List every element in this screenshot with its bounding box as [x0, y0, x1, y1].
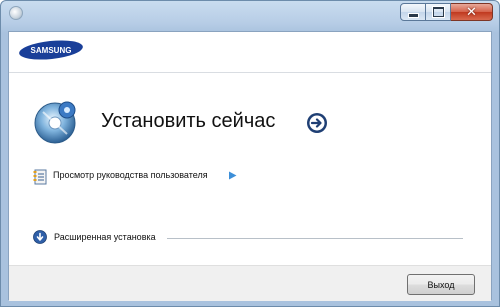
app-icon	[9, 6, 23, 20]
maximize-icon	[432, 7, 444, 17]
client-area: SAMSUNG Установить сейчас Просмотр руков…	[8, 31, 492, 301]
minimize-icon	[408, 13, 418, 17]
samsung-logo: SAMSUNG	[19, 40, 83, 60]
maximize-button[interactable]	[426, 3, 451, 21]
install-now-label[interactable]: Установить сейчас	[101, 110, 275, 133]
arrow-down-circle-icon[interactable]	[33, 230, 47, 244]
installer-window: ✕ SAMSUNG Установить сейчас Просмотр рук…	[0, 0, 500, 307]
disc-install-icon[interactable]	[33, 98, 81, 146]
header-divider	[9, 72, 491, 73]
advanced-divider	[167, 238, 463, 239]
header: SAMSUNG	[9, 32, 491, 72]
view-manual-label[interactable]: Просмотр руководства пользователя	[53, 170, 208, 180]
window-controls: ✕	[400, 3, 493, 21]
brand-text: SAMSUNG	[31, 46, 72, 55]
triangle-right-icon[interactable]	[228, 171, 237, 180]
title-bar[interactable]: ✕	[1, 1, 499, 31]
close-icon: ✕	[466, 4, 477, 20]
close-button[interactable]: ✕	[451, 3, 493, 21]
footer: Выход	[9, 265, 491, 301]
exit-button[interactable]: Выход	[407, 274, 475, 295]
manual-book-icon[interactable]	[33, 169, 47, 185]
advanced-install-label[interactable]: Расширенная установка	[54, 232, 156, 242]
arrow-right-circle-icon[interactable]	[306, 112, 328, 134]
minimize-button[interactable]	[400, 3, 426, 21]
